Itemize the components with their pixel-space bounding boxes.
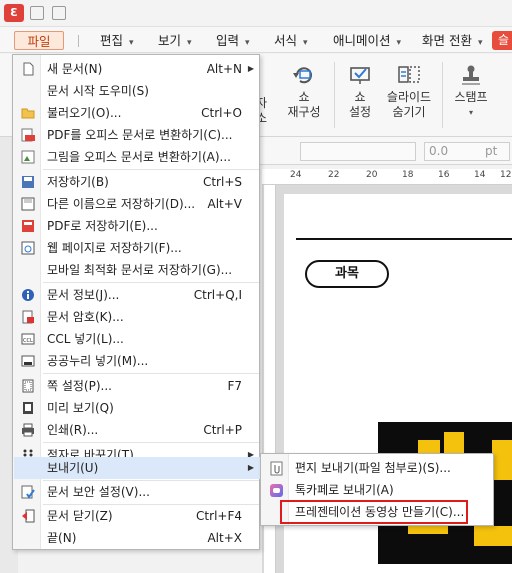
ccl-icon: CCL: [21, 333, 35, 345]
menu-item-save-as[interactable]: 다른 이름으로 저장하기(D)... Alt+V: [14, 193, 260, 215]
menu-tab-transition[interactable]: 화면 전환 ▾: [422, 31, 483, 50]
menu-item-document-password[interactable]: 문서 암호(K)...: [14, 306, 260, 328]
menu-tab-file[interactable]: 파일: [14, 31, 64, 50]
size-input[interactable]: 0.0 pt: [424, 142, 510, 161]
menu-item-document-info[interactable]: 문서 정보(J)... Ctrl+Q,I: [14, 284, 260, 306]
slideshow-tab-button[interactable]: 슬: [492, 31, 512, 50]
font-select[interactable]: [300, 142, 416, 161]
show-settings-button[interactable]: 쇼 설정: [340, 58, 380, 120]
ribbon-separator: [442, 62, 443, 128]
dropdown-arrow-icon: ▾: [468, 108, 473, 117]
hide-slide-button[interactable]: 슬라이드 숨기기: [382, 58, 436, 120]
menu-item-page-setup[interactable]: 쪽 설정(P)... F7: [14, 375, 260, 397]
image-convert-icon: [21, 150, 35, 164]
submenu-item-talkcafe[interactable]: 톡카페로 보내기(A): [262, 479, 494, 501]
ribbon-separator: [334, 62, 335, 128]
page-setup-icon: [22, 379, 34, 393]
ruler-label: 16: [438, 170, 450, 180]
menu-item-start-wizard[interactable]: 문서 시작 도우미(S): [14, 80, 260, 102]
ruler-label: 12: [500, 170, 512, 180]
app-logo-icon[interactable]: Ɛ: [4, 4, 24, 22]
menu-separator: [43, 169, 259, 170]
mail-attach-icon: [270, 461, 283, 476]
menu-item-save-pdf[interactable]: PDF로 저장하기(E)...: [14, 215, 260, 237]
file-menu-dropdown: 새 문서(N) Alt+N ▶ 문서 시작 도우미(S) 불러오기(O)... Ctr…: [12, 54, 260, 550]
save-icon: [22, 176, 34, 188]
quick-access-icon[interactable]: [52, 6, 66, 20]
menu-bar: 파일 편집 ▾ 보기 ▾ 입력 ▾ 서식 ▾ 애니메이션 ▾ 화면 전환 ▾ 슬: [0, 27, 512, 53]
hide-slide-icon: [398, 66, 420, 83]
subject-label[interactable]: 과목: [305, 260, 389, 288]
slide-divider-line: [296, 238, 512, 240]
menu-separator: [78, 35, 79, 47]
talkcafe-icon: [270, 484, 283, 497]
menu-item-close-document[interactable]: 문서 닫기(Z) Ctrl+F4: [14, 505, 260, 527]
menu-separator: [43, 442, 259, 443]
menu-tab-insert[interactable]: 입력 ▾: [216, 31, 250, 50]
menu-item-print[interactable]: 인쇄(R)... Ctrl+P: [14, 419, 260, 441]
menu-item-pdf-convert[interactable]: PDF를 오피스 문서로 변환하기(C)...: [14, 124, 260, 146]
custom-show-icon: [293, 67, 312, 84]
quick-access-icon[interactable]: [30, 6, 44, 20]
preview-icon: [23, 402, 33, 414]
menu-item-save[interactable]: 저장하기(B) Ctrl+S: [14, 171, 260, 193]
pdf-save-icon: [22, 220, 34, 232]
horizontal-ruler: 24 22 20 18 16 14 12: [262, 169, 512, 185]
menu-item-security-settings[interactable]: 문서 보안 설정(V)...: [14, 481, 260, 503]
menu-item-image-convert[interactable]: 그림을 오피스 문서로 변환하기(A)...: [14, 146, 260, 168]
new-document-icon: [23, 62, 34, 76]
ruler-label: 24: [290, 170, 302, 180]
open-folder-icon: [21, 108, 35, 119]
web-save-icon: [21, 241, 35, 255]
ruler-label: 14: [474, 170, 486, 180]
menu-tab-format[interactable]: 서식 ▾: [274, 31, 308, 50]
highlight-outline: [280, 500, 468, 524]
svg-text:CCL: CCL: [23, 338, 33, 344]
open-license-icon: [21, 355, 35, 367]
ruler-label: 22: [328, 170, 340, 180]
custom-show-button[interactable]: 쇼 재구성: [280, 58, 328, 120]
menu-item-open-license[interactable]: 공공누리 넣기(M)...: [14, 350, 260, 372]
menu-tab-edit[interactable]: 편집 ▾: [100, 31, 134, 50]
submenu-item-send-mail[interactable]: 편지 보내기(파일 첨부로)(S)...: [262, 457, 494, 479]
stamp-button[interactable]: 스탬프 ▾: [448, 58, 494, 120]
menu-separator: [43, 282, 259, 283]
menu-item-open[interactable]: 불러오기(O)... Ctrl+O: [14, 102, 260, 124]
menu-tab-view[interactable]: 보기 ▾: [158, 31, 192, 50]
close-document-icon: [22, 509, 35, 523]
menu-item-exit[interactable]: 끝(N) Alt+X: [14, 527, 260, 549]
stamp-icon: [462, 65, 480, 85]
save-as-icon: [21, 197, 35, 211]
ruler-label: 20: [366, 170, 378, 180]
submenu-arrow-icon: ▶: [247, 64, 254, 73]
submenu-arrow-icon: ▶: [247, 463, 254, 472]
menu-item-ccl[interactable]: CCL CCL 넣기(L)...: [14, 328, 260, 350]
show-settings-icon: [350, 67, 370, 84]
title-bar: Ɛ: [0, 0, 512, 27]
menu-item-new-document[interactable]: 새 문서(N) Alt+N ▶: [14, 58, 260, 80]
security-settings-icon: [21, 485, 35, 499]
menu-item-save-mobile[interactable]: 모바일 최적화 문서로 저장하기(G)...: [14, 259, 260, 281]
lock-icon: [22, 310, 34, 324]
menu-item-save-web[interactable]: 웹 페이지로 저장하기(F)...: [14, 237, 260, 259]
menu-tab-animation[interactable]: 애니메이션 ▾: [333, 31, 401, 50]
menu-item-send[interactable]: 보내기(U) ▶: [14, 457, 260, 479]
pdf-convert-icon: [21, 128, 35, 142]
menu-separator: [43, 373, 259, 374]
ruler-label: 18: [402, 170, 414, 180]
info-icon: [22, 289, 34, 301]
menu-item-preview[interactable]: 미리 보기(Q): [14, 397, 260, 419]
print-icon: [22, 423, 34, 437]
